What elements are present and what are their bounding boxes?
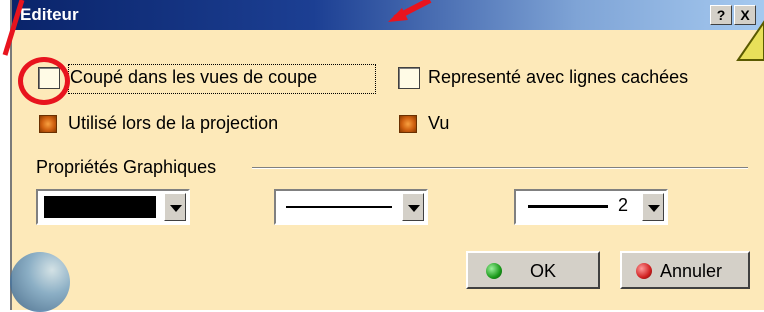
seen-checkbox[interactable] bbox=[399, 115, 417, 133]
close-button[interactable]: X bbox=[734, 5, 756, 25]
chevron-down-icon[interactable] bbox=[164, 193, 186, 221]
cut-in-section-views-label: Coupé dans les vues de coupe bbox=[70, 67, 318, 87]
thickness-dropdown[interactable]: 2 bbox=[514, 189, 668, 225]
annotation-red-circle bbox=[18, 57, 70, 105]
chevron-down-icon[interactable] bbox=[402, 193, 424, 221]
hidden-lines-checkbox[interactable] bbox=[398, 67, 420, 89]
ok-button[interactable]: OK bbox=[466, 251, 600, 289]
cancel-label: Annuler bbox=[660, 261, 723, 281]
linetype-dropdown[interactable] bbox=[274, 189, 428, 225]
ok-label: OK bbox=[530, 261, 557, 281]
hidden-lines-label: Representé avec lignes cachées bbox=[428, 67, 689, 87]
green-led-icon bbox=[486, 263, 502, 279]
linetype-sample bbox=[286, 206, 392, 208]
window-title: Editeur bbox=[20, 5, 79, 24]
thickness-value: 2 bbox=[618, 195, 629, 215]
globe-decoration bbox=[10, 252, 70, 312]
used-in-projection-checkbox[interactable] bbox=[39, 115, 57, 133]
thickness-sample bbox=[528, 205, 608, 208]
graphic-properties-label: Propriétés Graphiques bbox=[36, 157, 217, 177]
cancel-button[interactable]: Annuler bbox=[620, 251, 750, 289]
seen-label: Vu bbox=[428, 113, 450, 133]
title-bar: Editeur ? X bbox=[12, 0, 764, 30]
help-button[interactable]: ? bbox=[710, 5, 732, 25]
group-divider bbox=[252, 167, 748, 169]
editor-dialog: Editeur ? X Coupé dans les vues de coupe… bbox=[10, 0, 764, 312]
color-swatch bbox=[44, 196, 156, 218]
color-dropdown[interactable] bbox=[36, 189, 190, 225]
chevron-down-icon[interactable] bbox=[642, 193, 664, 221]
used-in-projection-label: Utilisé lors de la projection bbox=[68, 113, 279, 133]
red-led-icon bbox=[636, 263, 652, 279]
